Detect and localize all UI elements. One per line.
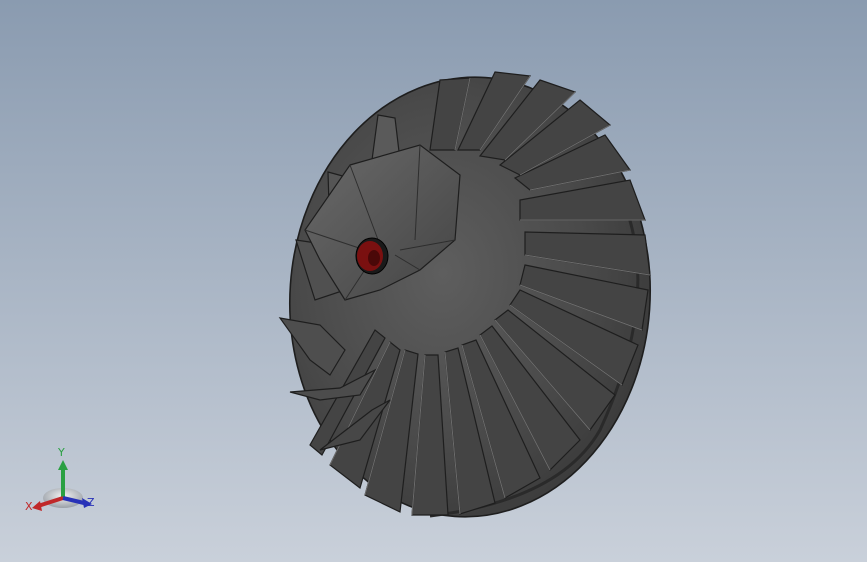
graphics-viewport[interactable]: Y X Z [0, 0, 867, 562]
y-axis-label: Y [57, 446, 65, 459]
orientation-triad[interactable]: Y X Z [18, 440, 108, 520]
impeller-bore [355, 237, 389, 275]
x-arrow-icon [32, 501, 42, 511]
x-axis-label: X [25, 500, 33, 513]
impeller-model[interactable] [0, 0, 867, 562]
z-axis-label: Z [87, 496, 95, 509]
y-arrow-icon [58, 460, 68, 470]
